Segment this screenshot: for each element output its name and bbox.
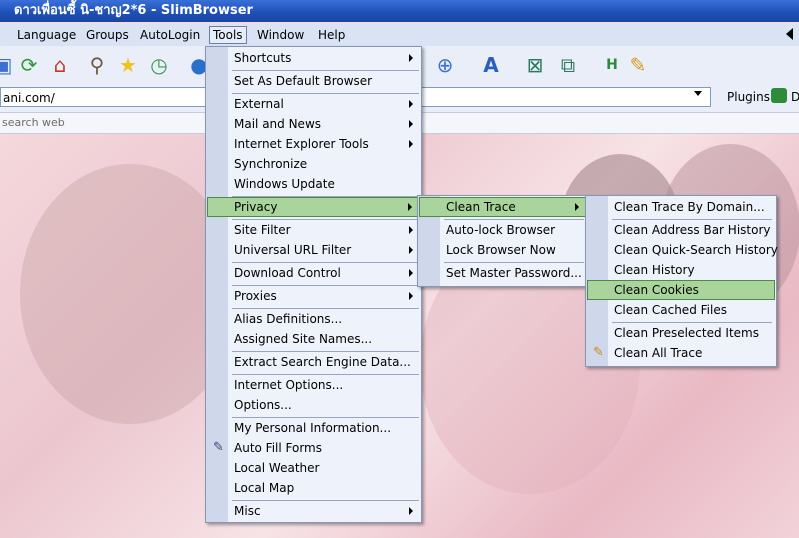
menu-bar: Language Groups AutoLogin Tools Window H…: [0, 24, 799, 47]
window-title: ดาวเพื่อนซี้ นิ-ชาญ2*6 - SlimBrowser: [0, 0, 799, 22]
menu-language[interactable]: Language: [14, 27, 79, 43]
favorites-star-icon[interactable]: ★: [115, 52, 141, 78]
menu-tools[interactable]: Tools: [209, 26, 247, 44]
menu-item-clean-cached-files[interactable]: Clean Cached Files: [587, 300, 775, 320]
search-icon[interactable]: ⚲: [84, 52, 110, 78]
menu-item-universal-url-filter[interactable]: Universal URL Filter: [207, 240, 420, 260]
close-window-icon[interactable]: ⊠: [522, 52, 548, 78]
submenu-arrow-icon: [408, 203, 412, 211]
plugins-label[interactable]: Plugins: [727, 88, 770, 106]
menu-item-options[interactable]: Options...: [207, 395, 420, 415]
menu-item-local-weather[interactable]: Local Weather: [207, 458, 420, 478]
menu-item-privacy[interactable]: Privacy: [207, 197, 420, 217]
history-icon[interactable]: ◷: [146, 52, 172, 78]
menu-item-set-master-password[interactable]: Set Master Password...: [419, 263, 587, 283]
submenu-arrow-icon: [409, 226, 413, 234]
menu-item-auto-fill-forms[interactable]: ✎ Auto Fill Forms: [207, 438, 420, 458]
menu-item-local-map[interactable]: Local Map: [207, 478, 420, 498]
page-icon[interactable]: ▣: [0, 52, 16, 78]
menubar-scroll-left-icon[interactable]: [786, 28, 793, 40]
clean-all-trace-icon: ✎: [593, 345, 604, 360]
font-size-icon[interactable]: A: [478, 52, 504, 78]
submenu-arrow-icon: [409, 140, 413, 148]
submenu-arrow-icon: [409, 246, 413, 254]
home-icon[interactable]: ⌂: [47, 52, 73, 78]
menu-item-auto-lock-browser[interactable]: Auto-lock Browser: [419, 220, 587, 240]
menu-item-site-filter[interactable]: Site Filter: [207, 220, 420, 240]
menu-item-ie-tools[interactable]: Internet Explorer Tools: [207, 134, 420, 154]
submenu-arrow-icon: [409, 292, 413, 300]
menu-item-download-control[interactable]: Download Control: [207, 263, 420, 283]
menu-window[interactable]: Window: [254, 27, 307, 43]
tools-menu: Shortcuts Set As Default Browser Externa…: [205, 46, 422, 523]
submenu-arrow-icon: [409, 507, 413, 515]
menu-item-clean-address-bar-history[interactable]: Clean Address Bar History: [587, 220, 775, 240]
menu-item-clean-all-trace[interactable]: ✎ Clean All Trace: [587, 343, 775, 363]
menu-item-windows-update[interactable]: Windows Update: [207, 174, 420, 194]
menu-item-proxies[interactable]: Proxies: [207, 286, 420, 306]
menu-item-personal-information[interactable]: My Personal Information...: [207, 418, 420, 438]
menu-help[interactable]: Help: [315, 27, 348, 43]
menu-item-clean-trace-by-domain[interactable]: Clean Trace By Domain...: [587, 197, 775, 217]
html-icon[interactable]: H: [599, 52, 625, 78]
menu-item-alias-definitions[interactable]: Alias Definitions...: [207, 309, 420, 329]
menu-item-synchronize[interactable]: Synchronize: [207, 154, 420, 174]
menu-item-mail-and-news[interactable]: Mail and News: [207, 114, 420, 134]
address-dropdown-icon[interactable]: [694, 91, 702, 96]
submenu-arrow-icon: [409, 54, 413, 62]
menu-groups[interactable]: Groups: [83, 27, 132, 43]
menu-item-clean-trace[interactable]: Clean Trace: [419, 197, 587, 217]
menu-item-misc[interactable]: Misc: [207, 501, 420, 521]
auto-fill-forms-icon: ✎: [213, 440, 224, 455]
menu-autologin[interactable]: AutoLogin: [137, 27, 203, 43]
autofill-icon[interactable]: ✎: [625, 52, 651, 78]
search-input[interactable]: search web: [2, 115, 65, 131]
clean-trace-submenu: Clean Trace By Domain... Clean Address B…: [585, 195, 778, 367]
submenu-arrow-icon: [409, 120, 413, 128]
submenu-arrow-icon: [409, 100, 413, 108]
menu-item-internet-options[interactable]: Internet Options...: [207, 375, 420, 395]
plugin-icon[interactable]: [771, 88, 787, 103]
zoom-icon[interactable]: ⊕: [432, 52, 458, 78]
menu-item-clean-history[interactable]: Clean History: [587, 260, 775, 280]
restore-window-icon[interactable]: ⧉: [555, 52, 581, 78]
menu-item-shortcuts[interactable]: Shortcuts: [207, 48, 420, 68]
privacy-submenu: Clean Trace Auto-lock Browser Lock Brows…: [417, 195, 589, 287]
refresh-icon[interactable]: ⟳: [16, 52, 42, 78]
submenu-arrow-icon: [575, 203, 579, 211]
menu-item-clean-preselected-items[interactable]: Clean Preselected Items: [587, 323, 775, 343]
menu-item-clean-cookies[interactable]: Clean Cookies: [587, 280, 775, 300]
menu-item-set-default-browser[interactable]: Set As Default Browser: [207, 71, 420, 91]
submenu-arrow-icon: [409, 269, 413, 277]
menu-item-extract-search-engine[interactable]: Extract Search Engine Data...: [207, 352, 420, 372]
menu-item-clean-quick-search-history[interactable]: Clean Quick-Search History: [587, 240, 778, 260]
menu-item-external[interactable]: External: [207, 94, 420, 114]
plugins-trailing-label: D: [791, 90, 799, 104]
menu-item-lock-browser-now[interactable]: Lock Browser Now: [419, 240, 587, 260]
menu-item-assigned-site-names[interactable]: Assigned Site Names...: [207, 329, 420, 349]
